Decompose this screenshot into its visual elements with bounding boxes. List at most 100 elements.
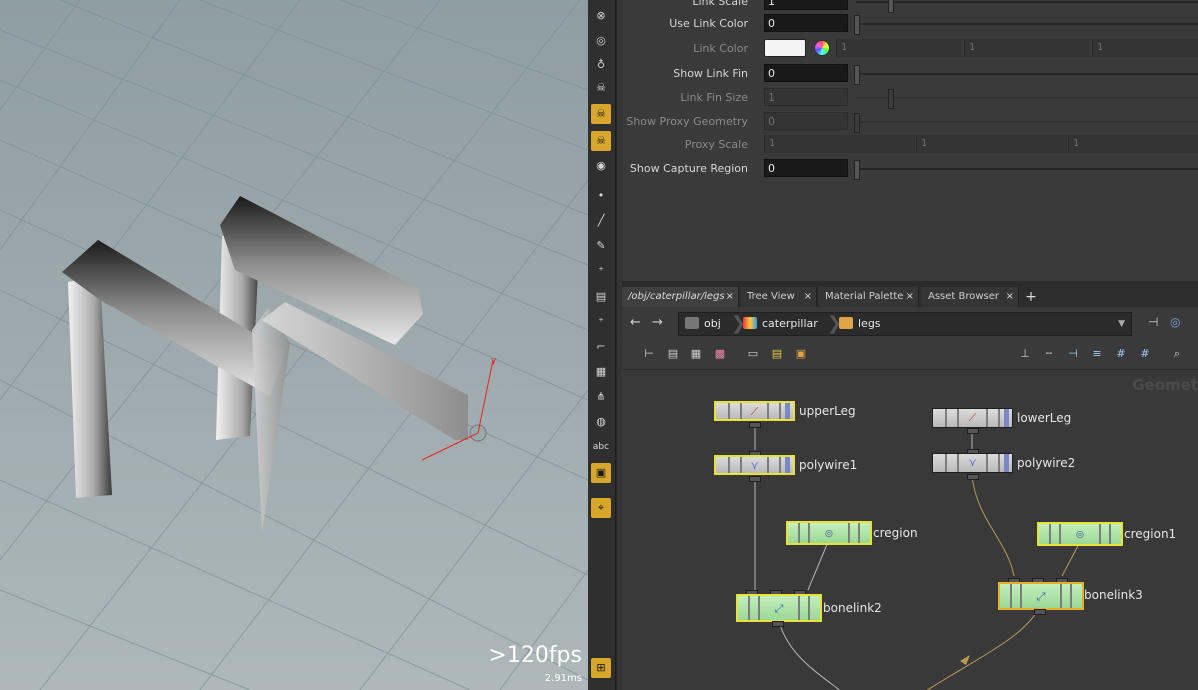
joint-icon[interactable]: ⋔ bbox=[591, 387, 611, 407]
layer-icon[interactable]: ⁺ bbox=[591, 312, 611, 332]
close-icon[interactable]: × bbox=[1006, 287, 1014, 307]
show-capture-region-field[interactable]: 0 bbox=[764, 159, 848, 177]
sticky-note-icon[interactable]: ▤ bbox=[770, 347, 784, 361]
bone-icon[interactable]: ☠ bbox=[591, 104, 611, 124]
tree-icon[interactable]: ⊢ bbox=[642, 347, 656, 361]
chevron-down-icon[interactable]: ▼ bbox=[1118, 313, 1125, 335]
param-link-scale: Link Scale 1 bbox=[622, 0, 1198, 13]
back-arrow-icon[interactable]: ← bbox=[630, 315, 641, 330]
output-port[interactable] bbox=[1034, 609, 1046, 615]
crumb-legs[interactable]: legs bbox=[839, 313, 881, 335]
use-link-color-slider[interactable] bbox=[854, 15, 1198, 35]
link-color-r[interactable]: 1 bbox=[836, 39, 961, 57]
use-link-color-field[interactable]: 0 bbox=[764, 14, 848, 32]
polywire-node-icon: ⋎ bbox=[968, 456, 977, 469]
crumb-caterpillar[interactable]: caterpillar bbox=[743, 313, 818, 335]
show-link-fin-slider[interactable] bbox=[854, 65, 1198, 85]
node-cregion[interactable]: ⊚ bbox=[786, 521, 872, 545]
forward-arrow-icon[interactable]: → bbox=[652, 315, 663, 330]
list-icon[interactable]: ▤ bbox=[666, 347, 680, 361]
tab-label: Asset Browser bbox=[928, 291, 1000, 302]
node-polywire2[interactable]: ⋎ bbox=[932, 453, 1013, 473]
show-capture-region-slider[interactable] bbox=[854, 160, 1198, 180]
param-show-proxy-geometry: Show Proxy Geometry 0 bbox=[622, 112, 1198, 133]
eye-icon[interactable]: ◉ bbox=[591, 156, 611, 176]
close-icon[interactable]: × bbox=[906, 287, 914, 307]
output-port[interactable] bbox=[749, 422, 761, 428]
node-bonelink2[interactable]: ⤢ bbox=[736, 594, 822, 622]
link-color-b[interactable]: 1 bbox=[1092, 39, 1198, 57]
curve-icon[interactable]: ⌐ bbox=[591, 337, 611, 357]
capture-region-icon: ⊚ bbox=[824, 527, 834, 540]
grid-icon[interactable]: # bbox=[1114, 347, 1128, 361]
rig-icon[interactable]: ⁺ bbox=[591, 261, 611, 281]
output-port[interactable] bbox=[967, 428, 979, 434]
link-color-swatch[interactable] bbox=[764, 39, 806, 57]
node-name: upperLeg bbox=[799, 404, 856, 418]
output-port[interactable] bbox=[772, 621, 784, 627]
box-icon[interactable]: ▣ bbox=[794, 347, 808, 361]
link-icon[interactable]: ◎ bbox=[1170, 315, 1180, 329]
tab-material-palette[interactable]: Material Palette × bbox=[819, 287, 919, 307]
add-tab-button[interactable]: + bbox=[1022, 287, 1040, 307]
node-polywire1[interactable]: ⋎ bbox=[714, 455, 795, 475]
tab-asset-browser[interactable]: Asset Browser × bbox=[922, 287, 1019, 307]
grid-snap-icon[interactable]: # bbox=[1138, 347, 1152, 361]
snap-icon[interactable]: ⊣ bbox=[1066, 347, 1080, 361]
lattice-icon[interactable]: ▦ bbox=[591, 362, 611, 382]
layout-icon[interactable]: ≡ bbox=[1090, 347, 1104, 361]
color-wheel-icon[interactable] bbox=[814, 40, 830, 56]
tab-tree-view[interactable]: Tree View × bbox=[741, 287, 817, 307]
link-fin-size-field[interactable]: 1 bbox=[764, 88, 848, 106]
brush-icon[interactable]: ╱ bbox=[591, 211, 611, 231]
param-link-fin-size: Link Fin Size 1 bbox=[622, 88, 1198, 109]
proxy-scale-z[interactable]: 1 bbox=[1068, 135, 1198, 153]
link-color-g[interactable]: 1 bbox=[964, 39, 1089, 57]
node-upperleg[interactable]: ⟋ bbox=[714, 401, 795, 421]
param-label: Show Capture Region bbox=[629, 162, 748, 175]
node-cregion1[interactable]: ⊚ bbox=[1037, 522, 1123, 546]
link-fin-size-slider[interactable] bbox=[856, 89, 1198, 109]
paint-icon[interactable]: ✎ bbox=[591, 236, 611, 256]
align-icon[interactable]: ⊥ bbox=[1018, 347, 1032, 361]
3d-viewport[interactable]: y >120fps 2.91ms bbox=[0, 0, 588, 690]
proxy-scale-y[interactable]: 1 bbox=[916, 135, 1067, 153]
point-icon[interactable]: • bbox=[591, 186, 611, 206]
node-lowerleg[interactable]: ⟋ bbox=[932, 408, 1013, 428]
output-port[interactable] bbox=[967, 474, 979, 480]
close-icon[interactable]: × bbox=[804, 287, 812, 307]
close-icon[interactable]: × bbox=[726, 287, 734, 307]
palette-icon[interactable]: ▩ bbox=[713, 347, 727, 361]
show-proxy-geometry-slider[interactable] bbox=[854, 113, 1198, 133]
bulb-icon[interactable]: ♁ bbox=[591, 55, 611, 75]
viewer-toolbar: ⊗ ◎ ♁ ☠ ☠ ☠ ◉ • ╱ ✎ ⁺ ▤ ⁺ ⌐ ▦ ⋔ ◍ abc ▣ … bbox=[588, 0, 616, 690]
network-editor[interactable]: Geomet ⟋ upperLeg ⋎ polywire1 ⟋ lowerLeg… bbox=[622, 370, 1198, 690]
dashed-line-icon[interactable]: ╌ bbox=[1042, 347, 1056, 361]
show-proxy-geometry-field[interactable]: 0 bbox=[764, 112, 848, 130]
skeleton-icon[interactable]: ☠ bbox=[591, 78, 611, 98]
param-label: Show Link Fin bbox=[673, 67, 748, 80]
spreadsheet-icon[interactable]: ▦ bbox=[689, 347, 703, 361]
param-proxy-scale: Proxy Scale 1 1 1 bbox=[622, 135, 1198, 155]
crumb-obj[interactable]: obj bbox=[685, 313, 721, 335]
frame-icon[interactable]: ▭ bbox=[746, 347, 760, 361]
proxy-scale-x[interactable]: 1 bbox=[764, 135, 915, 153]
light-icon[interactable]: ◎ bbox=[591, 31, 611, 51]
link-scale-field[interactable]: 1 bbox=[764, 0, 848, 10]
output-port[interactable] bbox=[749, 476, 761, 482]
search-icon[interactable]: ⌕ bbox=[1170, 347, 1184, 361]
node-bonelink3[interactable]: ⤢ bbox=[998, 582, 1084, 610]
stack-icon[interactable]: ▤ bbox=[591, 287, 611, 307]
handle-icon[interactable]: ⊗ bbox=[591, 6, 611, 26]
grid-icon[interactable]: ⊞ bbox=[591, 658, 611, 678]
tab-network-path[interactable]: /obj/caterpillar/legs × bbox=[622, 287, 739, 307]
pin-icon[interactable]: ⌖ bbox=[591, 498, 611, 518]
abc-icon[interactable]: abc bbox=[591, 437, 611, 457]
show-link-fin-field[interactable]: 0 bbox=[764, 64, 848, 82]
frame-time-readout: 2.91ms bbox=[544, 673, 582, 684]
link-scale-slider[interactable] bbox=[856, 0, 1198, 13]
disk-icon[interactable]: ◍ bbox=[591, 412, 611, 432]
capture-icon[interactable]: ☠ bbox=[591, 131, 611, 151]
pin-icon[interactable]: ⊣ bbox=[1148, 315, 1158, 329]
image-icon[interactable]: ▣ bbox=[591, 463, 611, 483]
